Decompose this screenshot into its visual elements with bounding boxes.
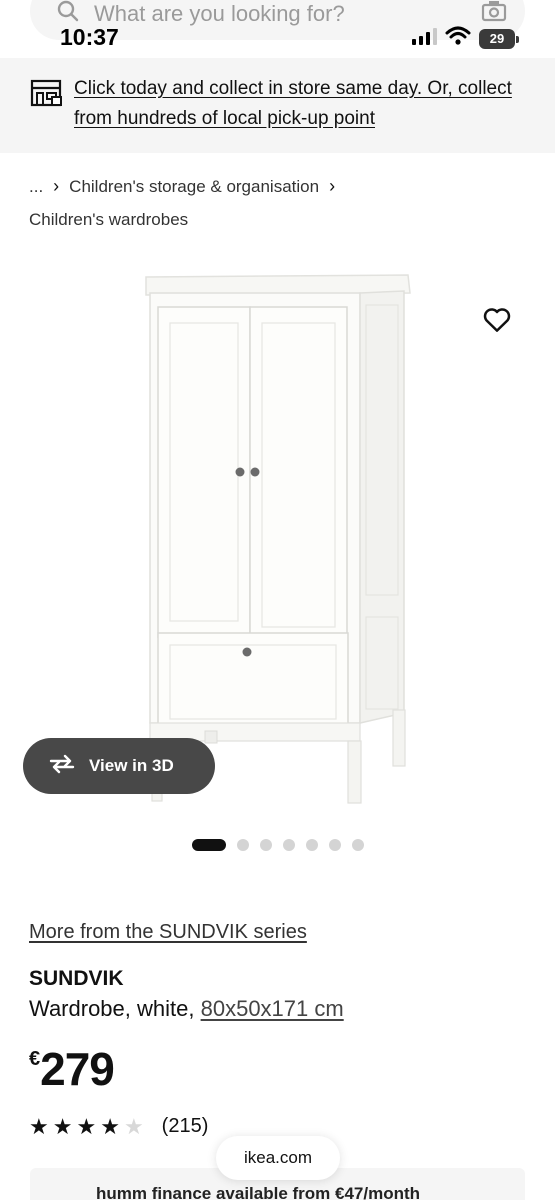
product-type: Wardrobe, white, xyxy=(29,996,195,1021)
breadcrumb-current[interactable]: Children's wardrobes xyxy=(29,203,188,236)
chevron-right-icon: › xyxy=(329,176,336,196)
breadcrumb-ellipsis[interactable]: ... xyxy=(29,170,43,203)
product-description: Wardrobe, white, 80x50x171 cm xyxy=(29,996,344,1022)
finance-text: humm finance available from €47/month xyxy=(96,1184,421,1200)
product-rating[interactable]: ★ ★ ★ ★ ★ (215) xyxy=(29,1115,208,1138)
browser-domain: ikea.com xyxy=(243,1148,313,1167)
browser-domain-pill[interactable]: ikea.com xyxy=(216,1136,340,1180)
product-image[interactable] xyxy=(0,255,555,815)
signal-icon xyxy=(411,27,437,50)
view-in-3d-label: View in 3D xyxy=(89,756,174,775)
star-icon: ★ xyxy=(76,1113,97,1139)
price-amount: 279 xyxy=(40,1043,115,1095)
price-currency: € xyxy=(29,1048,41,1070)
series-link[interactable]: More from the SUNDVIK series xyxy=(29,921,307,944)
product-price: € 279 xyxy=(29,1042,115,1096)
product-name: SUNDVIK xyxy=(29,967,124,990)
heart-icon[interactable] xyxy=(482,305,512,335)
view-in-3d-button[interactable]: View in 3D xyxy=(23,738,215,794)
carousel-dot[interactable] xyxy=(283,839,295,851)
status-bar: 10:37 29 xyxy=(0,18,555,58)
breadcrumb-category[interactable]: Children's storage & organisation xyxy=(69,170,319,203)
carousel-dot[interactable] xyxy=(237,839,249,851)
star-icon: ★ xyxy=(52,1113,73,1139)
carousel-dot[interactable] xyxy=(329,839,341,851)
store-icon xyxy=(30,78,64,153)
battery-icon: 29 xyxy=(479,28,519,49)
star-icon: ★ xyxy=(123,1113,144,1139)
carousel-dot[interactable] xyxy=(192,839,226,851)
carousel-indicator[interactable] xyxy=(192,839,364,851)
breadcrumb: ... › Children's storage & organisation … xyxy=(29,170,335,236)
rotate-3d-icon xyxy=(47,753,77,780)
star-icon: ★ xyxy=(29,1113,49,1139)
banner-link[interactable]: Click today and collect in store same da… xyxy=(74,74,525,153)
carousel-dot[interactable] xyxy=(306,839,318,851)
wifi-icon xyxy=(445,26,471,51)
carousel-dot[interactable] xyxy=(352,839,364,851)
product-dimensions-link[interactable]: 80x50x171 cm xyxy=(201,996,344,1021)
click-collect-banner[interactable]: Click today and collect in store same da… xyxy=(0,58,555,153)
carousel-dot[interactable] xyxy=(260,839,272,851)
status-time: 10:37 xyxy=(60,24,119,50)
rating-count[interactable]: (215) xyxy=(162,1115,209,1138)
star-icon: ★ xyxy=(100,1113,120,1139)
chevron-right-icon: › xyxy=(53,176,60,196)
